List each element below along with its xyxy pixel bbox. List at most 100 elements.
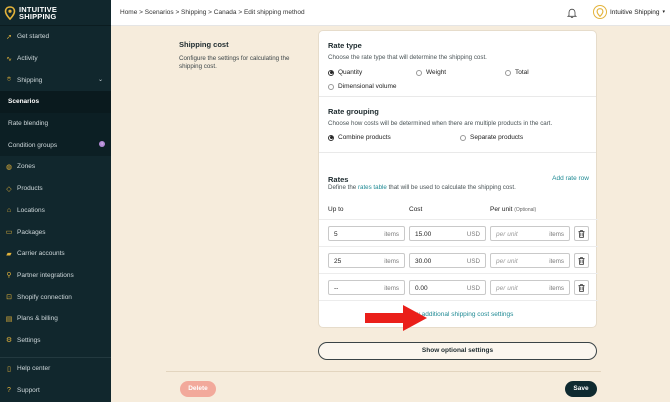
radio-dimensional-volume[interactable]: Dimensional volume (328, 83, 397, 90)
sidebar-item-scenarios[interactable]: Scenarios (0, 91, 111, 113)
gear-icon: ⚙ (5, 337, 13, 345)
pin-icon: ⌾ (6, 76, 12, 84)
show-optional-settings-button[interactable]: Show optional settings (318, 342, 597, 360)
table-row: -- items 0.00 USD per unit items (328, 280, 590, 295)
column-cost: Cost (409, 206, 423, 213)
sidebar-item-help-center[interactable]: ▯ Help center (0, 358, 111, 380)
up-to-input[interactable]: -- items (328, 280, 405, 295)
delete-row-button[interactable] (574, 280, 589, 295)
rate-grouping-options: Combine products Separate products (328, 131, 587, 145)
sidebar-item-rate-blending[interactable]: Rate blending (0, 112, 111, 135)
help-icon: ? (7, 387, 11, 395)
bell-icon[interactable] (566, 7, 578, 19)
rate-grouping-description: Choose how costs will be determined when… (328, 120, 553, 127)
cost-input[interactable]: 15.00 USD (409, 226, 486, 241)
account-pin-icon (596, 7, 604, 17)
rates-table-link[interactable]: rates table (358, 184, 387, 191)
sidebar-item-get-started[interactable]: ➚ Get started (0, 26, 111, 48)
plug-icon: ⚲ (6, 272, 12, 280)
account-name: Intuitive Shipping (610, 8, 660, 16)
rocket-icon: ➚ (6, 33, 12, 41)
row-divider (319, 219, 598, 220)
rate-grouping-title: Rate grouping (328, 107, 379, 116)
sidebar-item-locations[interactable]: ⌂ Locations (0, 200, 111, 222)
radio-weight[interactable]: Weight (416, 69, 446, 76)
location-icon: ⌂ (6, 206, 12, 214)
per-unit-input[interactable]: per unit items (490, 226, 570, 241)
radio-dot (416, 69, 422, 76)
trash-icon (578, 283, 585, 292)
sidebar-item-products[interactable]: ◇ Products (0, 178, 111, 200)
sidebar-item-carrier-accounts[interactable]: ▰ Carrier accounts (0, 243, 111, 265)
radio-total[interactable]: Total (505, 69, 529, 76)
sidebar-item-settings[interactable]: ⚙ Settings (0, 330, 111, 352)
row-divider (319, 246, 598, 247)
account-menu[interactable]: Intuitive Shipping ▾ (593, 5, 665, 19)
trash-icon (578, 229, 585, 238)
rates-description: Define the rates table that will be used… (328, 184, 516, 191)
sidebar-bottom: ▯ Help center ? Support (0, 357, 111, 401)
up-to-input[interactable]: 25 items (328, 253, 405, 268)
shipping-cost-description: Configure the settings for calculating t… (179, 55, 290, 70)
rates-section: Rates Add rate row Define the rates tabl… (319, 164, 598, 329)
row-divider (319, 273, 598, 274)
main-content: Shipping cost Configure the settings for… (111, 26, 670, 402)
radio-dot (505, 69, 511, 76)
brand-name: INTUITIVE SHIPPING (19, 4, 58, 21)
radio-dot (460, 134, 466, 141)
cost-input[interactable]: 0.00 USD (409, 280, 486, 295)
per-unit-input[interactable]: per unit items (490, 280, 570, 295)
sidebar-item-condition-groups[interactable]: Condition groups! (0, 134, 111, 157)
sidebar-item-shopify-connection[interactable]: ⊡ Shopify connection (0, 286, 111, 308)
sidebar: INTUITIVE SHIPPING ➚ Get started ∿ Activit… (0, 0, 111, 402)
card-icon: ▤ (5, 315, 13, 323)
radio-combine-products[interactable]: Combine products (328, 134, 391, 141)
radio-dot (328, 134, 334, 141)
rate-type-section: Rate type Choose the rate type that will… (319, 31, 596, 97)
sidebar-item-partner-integrations[interactable]: ⚲ Partner integrations (0, 265, 111, 287)
sidebar-item-shipping[interactable]: ⌾ Shipping ⌄ (0, 69, 111, 91)
rate-type-description: Choose the rate type that will determine… (328, 54, 487, 61)
red-arrow-annotation-icon (365, 305, 427, 331)
add-rate-row-link[interactable]: Add rate row (552, 175, 589, 182)
radio-dot (328, 69, 334, 76)
delete-button[interactable]: Delete (180, 381, 216, 397)
radio-quantity[interactable]: Quantity (328, 69, 362, 76)
rate-grouping-section: Rate grouping Choose how costs will be d… (319, 97, 596, 153)
column-up-to: Up to (328, 206, 344, 213)
sidebar-item-support[interactable]: ? Support (0, 380, 111, 402)
box-icon: ▭ (5, 229, 13, 237)
per-unit-input[interactable]: per unit items (490, 253, 570, 268)
delete-row-button[interactable] (574, 253, 589, 268)
sidebar-item-zones[interactable]: ◍ Zones (0, 156, 111, 178)
table-row: 25 items 30.00 USD per unit items (328, 253, 590, 268)
tag-icon: ◇ (6, 185, 12, 193)
sidebar-item-plans-billing[interactable]: ▤ Plans & billing (0, 308, 111, 330)
activity-icon: ∿ (6, 55, 12, 63)
rate-type-options: Quantity Weight Total Dimensional volume (328, 65, 587, 90)
rates-title: Rates (328, 175, 349, 184)
brand-logo[interactable]: INTUITIVE SHIPPING (0, 0, 111, 26)
sidebar-item-packages[interactable]: ▭ Packages (0, 221, 111, 243)
sidebar-nav: ➚ Get started ∿ Activity ⌾ Shipping ⌄ Scenar… (0, 26, 111, 351)
up-to-input[interactable]: 5 items (328, 226, 405, 241)
shipping-cost-intro: Shipping cost Configure the settings for… (179, 40, 309, 71)
radio-separate-products[interactable]: Separate products (460, 134, 523, 141)
delete-row-button[interactable] (574, 226, 589, 241)
condition-groups-badge: ! (99, 141, 105, 148)
caret-down-icon: ▾ (662, 9, 666, 15)
truck-icon: ▰ (6, 250, 12, 258)
shop-icon: ⊡ (6, 294, 12, 302)
globe-icon: ◍ (5, 163, 13, 171)
sidebar-item-activity[interactable]: ∿ Activity (0, 48, 111, 70)
show-additional-settings-link[interactable]: Show additional shipping cost settings (319, 311, 598, 318)
shipping-cost-card: Rate type Choose the rate type that will… (318, 30, 598, 329)
logo-pin-icon (4, 5, 16, 20)
row-divider (319, 300, 598, 301)
cost-input[interactable]: 30.00 USD (409, 253, 486, 268)
table-row: 5 items 15.00 USD per unit items (328, 226, 590, 241)
save-button[interactable]: Save (565, 381, 597, 397)
radio-dot (328, 83, 334, 90)
breadcrumb[interactable]: Home > Scenarios > Shipping > Canada > E… (120, 9, 305, 16)
column-per-unit: Per unit (Optional) (490, 206, 537, 213)
